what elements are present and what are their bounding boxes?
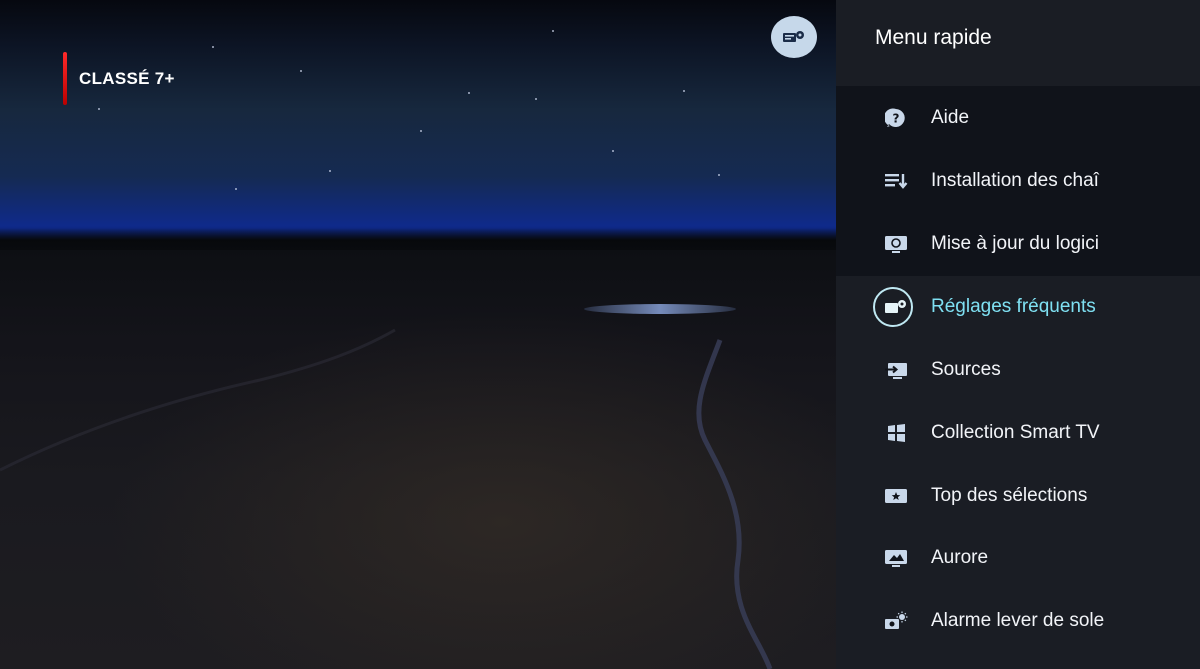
panel-title: Menu rapide <box>875 26 992 49</box>
menu-item-top-picks[interactable]: Top des sélections <box>836 465 1200 527</box>
smart-tv-collection-icon <box>884 421 908 445</box>
menu-item-label: Top des sélections <box>931 485 1088 506</box>
software-update-icon <box>884 232 908 256</box>
menu-item-label: Installation des chaî <box>931 170 1099 191</box>
menu-item-help[interactable]: ? Aide <box>836 87 1200 149</box>
menu-item-sunrise-alarm[interactable]: Alarme lever de sole <box>836 590 1200 652</box>
menu-item-smart-tv-collection[interactable]: Collection Smart TV <box>836 402 1200 464</box>
menu-item-label: Collection Smart TV <box>931 422 1100 443</box>
quick-menu-panel: Menu rapide ? Aide Installation des chaî… <box>836 0 1200 669</box>
menu-item-label: Aurore <box>931 547 989 568</box>
content-rating-text: CLASSÉ 7+ <box>79 68 175 88</box>
sources-icon <box>884 358 908 382</box>
help-icon: ? <box>884 106 908 130</box>
menu-item-software-update[interactable]: Mise à jour du logici <box>836 213 1200 275</box>
menu-item-channel-install[interactable]: Installation des chaî <box>836 150 1200 212</box>
sunrise-alarm-icon <box>884 609 908 633</box>
frequent-settings-icon <box>884 295 908 319</box>
top-picks-icon <box>884 484 908 508</box>
menu-item-frequent-settings[interactable]: Réglages fréquents <box>836 276 1200 338</box>
quick-settings-button[interactable] <box>771 16 817 58</box>
menu-item-aurora[interactable]: Aurore <box>836 527 1200 589</box>
menu-item-label: Mise à jour du logici <box>931 233 1099 254</box>
svg-text:?: ? <box>893 112 900 126</box>
menu-item-sources[interactable]: Sources <box>836 339 1200 401</box>
channel-install-icon <box>884 169 908 193</box>
menu-item-label: Aide <box>931 107 970 128</box>
menu-item-label: Alarme lever de sole <box>931 610 1105 631</box>
frequent-settings-icon <box>783 31 804 42</box>
menu-item-label: Sources <box>931 359 1001 380</box>
rating-bar <box>63 52 67 105</box>
content-rating-badge: CLASSÉ 7+ <box>63 52 175 105</box>
menu-item-label: Réglages fréquents <box>931 296 1096 317</box>
aurora-icon <box>884 546 908 570</box>
